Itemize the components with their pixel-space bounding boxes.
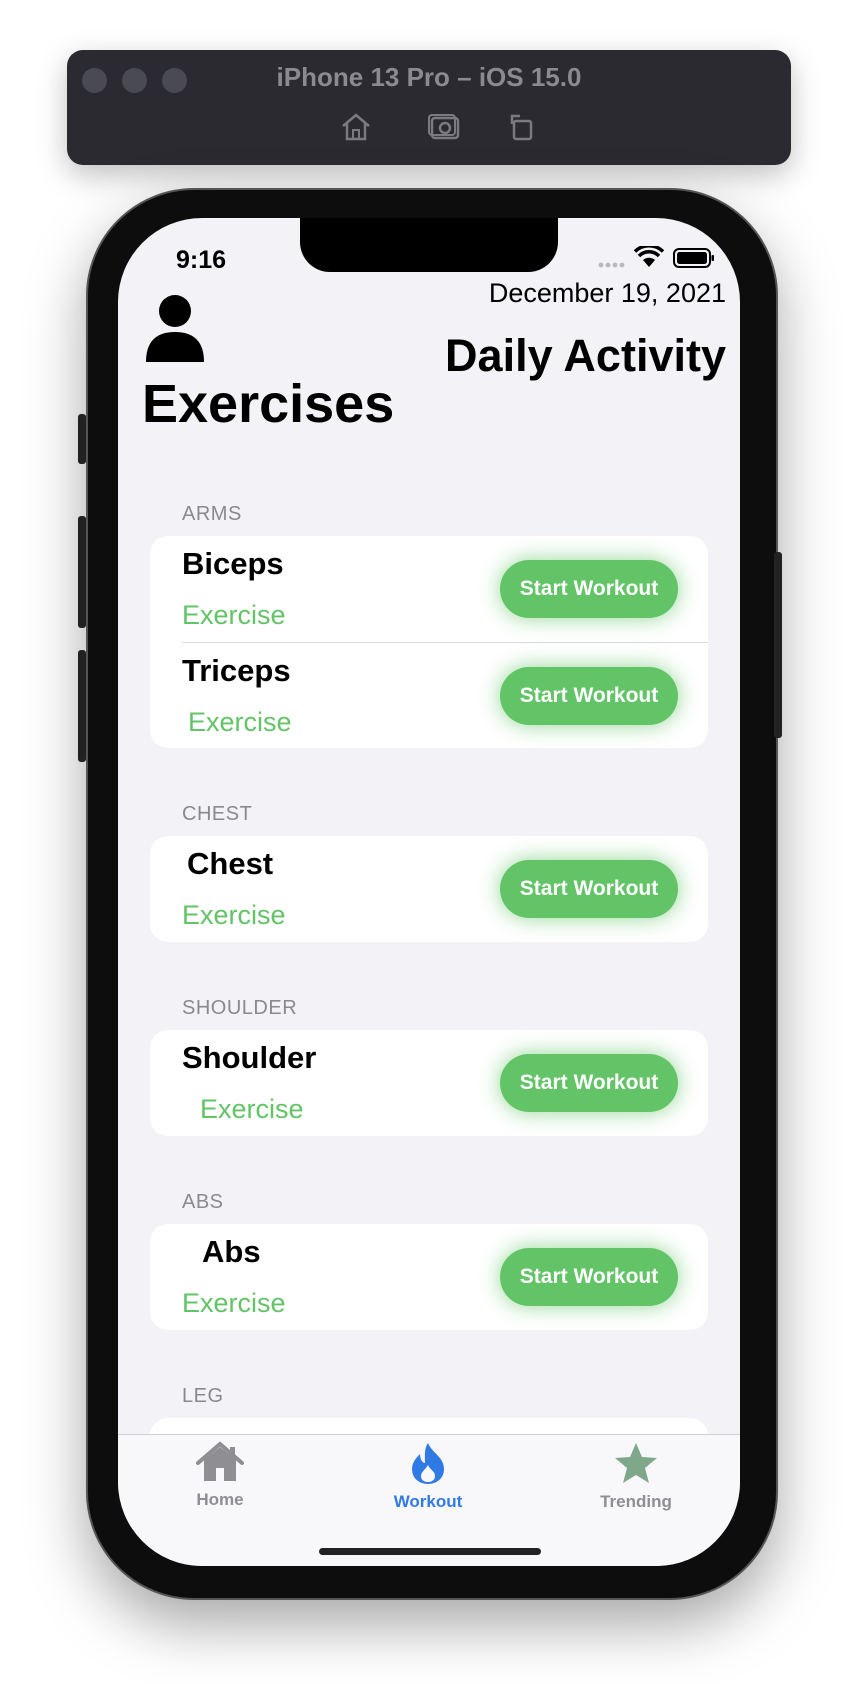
section-header-shoulder: SHOULDER xyxy=(182,997,298,1019)
exercise-title: Abs xyxy=(202,1234,261,1269)
current-date: December 19, 2021 xyxy=(488,278,726,308)
arms-card: Biceps Exercise Start Workout Triceps Ex… xyxy=(150,536,708,748)
house-icon xyxy=(196,1441,244,1481)
battery-icon xyxy=(673,248,715,273)
start-workout-button[interactable]: Start Workout xyxy=(500,860,678,918)
screenshot-camera-icon[interactable] xyxy=(426,112,462,147)
mute-switch xyxy=(78,414,86,464)
flame-icon xyxy=(412,1443,444,1484)
volume-down-button xyxy=(78,650,86,762)
start-workout-button[interactable]: Start Workout xyxy=(500,1054,678,1112)
list-item: Triceps Exercise Start Workout xyxy=(182,642,708,748)
abs-card: Abs Exercise Start Workout xyxy=(150,1224,708,1330)
tab-label: Workout xyxy=(393,1492,463,1511)
chest-card: Chest Exercise Start Workout xyxy=(150,836,708,942)
daily-activity-heading: Daily Activity xyxy=(445,330,726,381)
exercise-title: Biceps xyxy=(182,546,284,581)
start-workout-button[interactable]: Start Workout xyxy=(500,560,678,618)
star-icon xyxy=(615,1443,657,1483)
section-header-leg: LEG xyxy=(182,1385,224,1407)
volume-up-button xyxy=(78,516,86,628)
section-header-chest: CHEST xyxy=(182,803,253,825)
simulator-title: iPhone 13 Pro – iOS 15.0 xyxy=(276,62,582,92)
exercise-title: Triceps xyxy=(182,653,291,688)
tab-label: Home xyxy=(196,1490,244,1509)
page-title: Exercises xyxy=(142,374,395,434)
list-item: Biceps Exercise Start Workout xyxy=(150,536,708,642)
power-button xyxy=(774,552,782,738)
tab-bar: Home Workout Trending xyxy=(118,1434,740,1566)
status-time: 9:16 xyxy=(176,246,227,274)
exercise-subtitle: Exercise xyxy=(182,1288,286,1318)
rotate-device-icon[interactable] xyxy=(508,112,536,147)
home-indicator[interactable] xyxy=(319,1548,541,1555)
section-header-abs: ABS xyxy=(182,1191,224,1213)
profile-avatar-icon[interactable] xyxy=(144,294,206,369)
start-workout-button[interactable]: Start Workout xyxy=(500,1248,678,1306)
tab-trending[interactable]: Trending xyxy=(566,1441,706,1512)
exercise-title: Shoulder xyxy=(182,1040,317,1075)
list-item: Chest Exercise Start Workout xyxy=(150,836,708,942)
shoulder-card: Shoulder Exercise Start Workout xyxy=(150,1030,708,1136)
tab-label: Trending xyxy=(600,1492,672,1511)
notch xyxy=(300,218,558,272)
tab-workout[interactable]: Workout xyxy=(358,1441,498,1512)
section-header-arms: ARMS xyxy=(182,503,242,525)
exercise-title: Chest xyxy=(187,846,274,881)
tab-home[interactable]: Home xyxy=(150,1441,290,1510)
exercise-subtitle: Exercise xyxy=(182,900,286,930)
exercise-subtitle: Exercise xyxy=(182,600,286,630)
exercise-subtitle: Exercise xyxy=(188,707,292,737)
list-item: Shoulder Exercise Start Workout xyxy=(150,1030,708,1136)
wifi-icon xyxy=(633,244,665,273)
phone-screen: 9:16 December 19, 2021 Daily Activity Ex… xyxy=(118,218,740,1566)
exercise-subtitle: Exercise xyxy=(200,1094,304,1124)
list-item: Abs Exercise Start Workout xyxy=(150,1224,708,1330)
signal-icon xyxy=(598,256,626,274)
home-button-icon[interactable] xyxy=(340,112,372,147)
start-workout-button[interactable]: Start Workout xyxy=(500,667,678,725)
